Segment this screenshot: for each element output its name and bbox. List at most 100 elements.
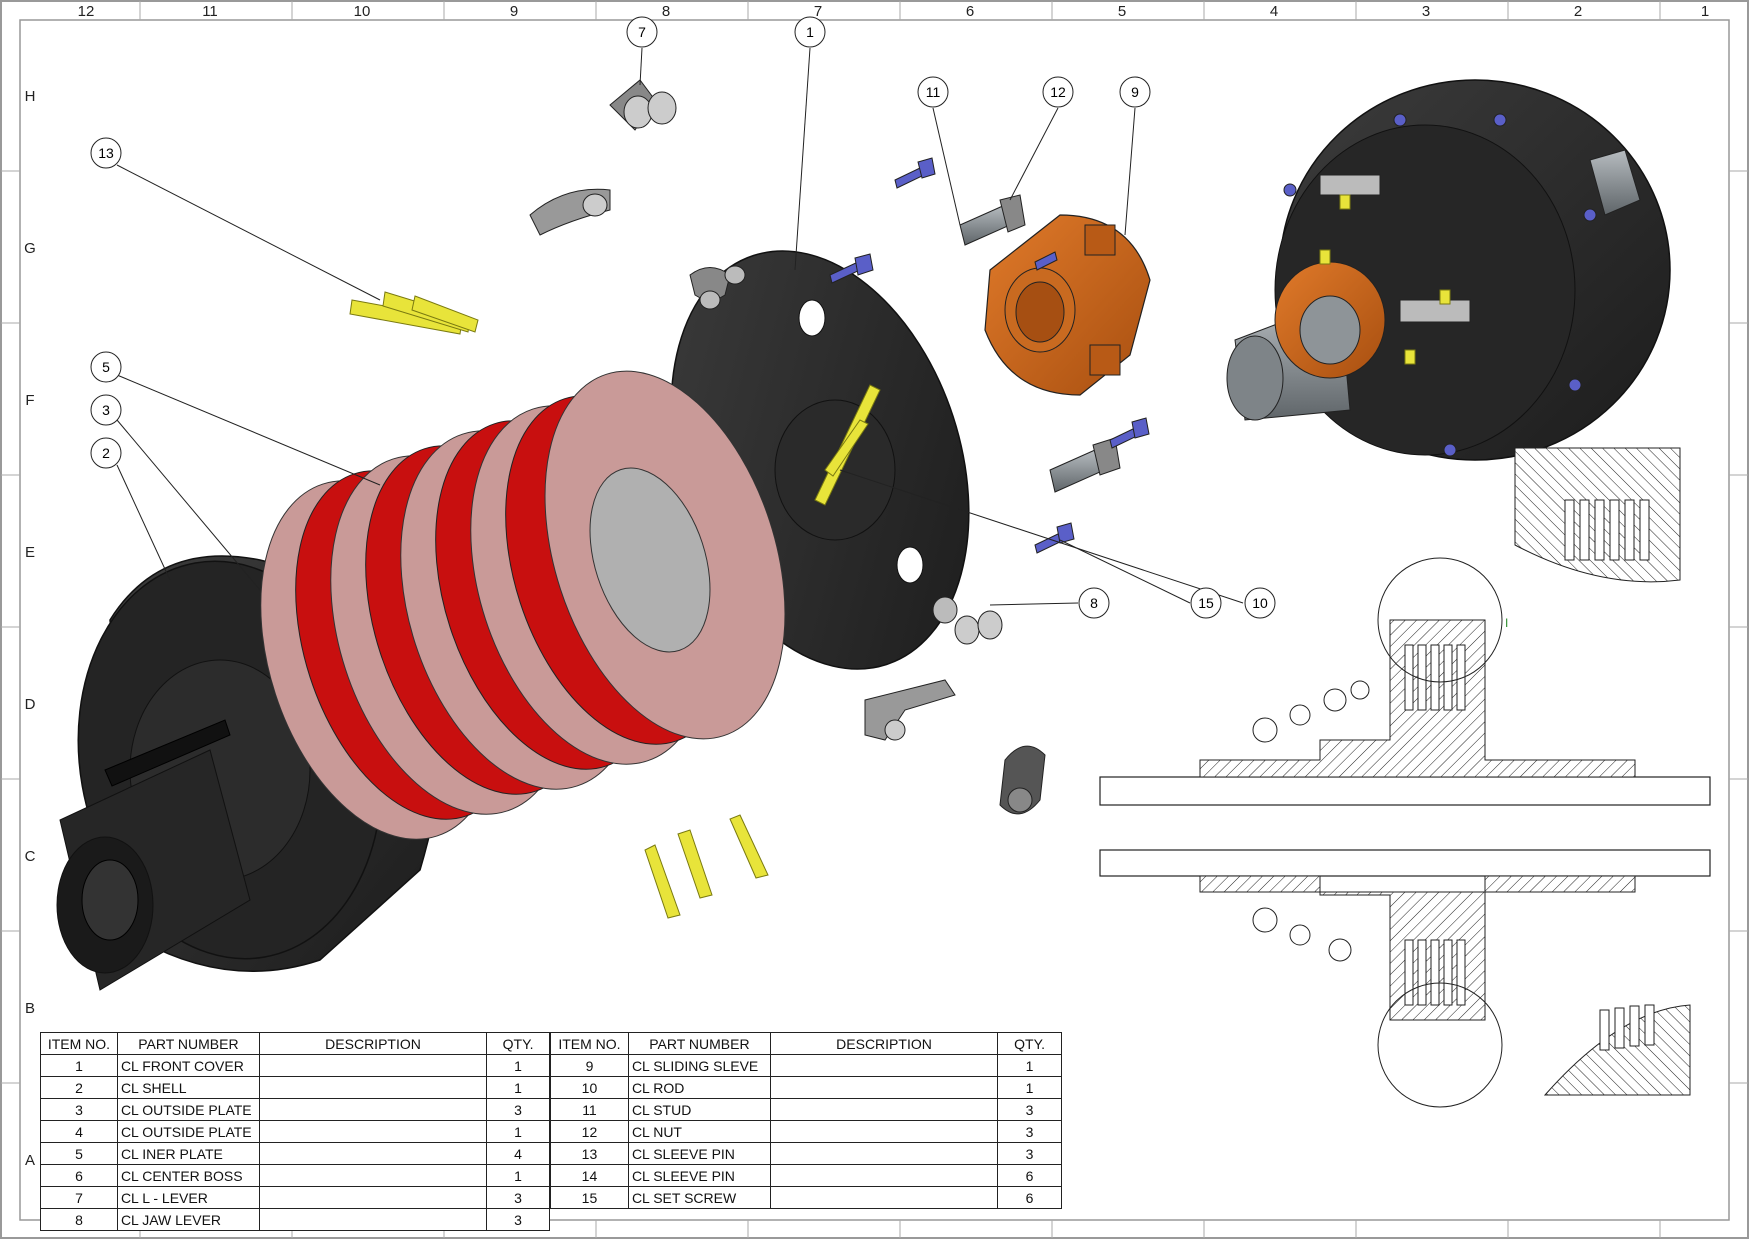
balloon-13: 13 [98,145,114,161]
bom-table-left: ITEM NO. PART NUMBER DESCRIPTION QTY. 1C… [40,1032,550,1231]
qty: 1 [486,1054,550,1077]
header-description: DESCRIPTION [769,1032,999,1055]
item-no: 8 [40,1208,118,1231]
description [258,1076,488,1099]
part-number: CL OUTSIDE PLATE [116,1098,260,1121]
bom-row: 10 CL ROD 1 [550,1076,1062,1099]
item-no: 2 [40,1076,118,1099]
balloon-7: 7 [638,24,646,40]
bom-row: 7 CL L - LEVER 3 [40,1186,550,1209]
qty: 1 [486,1164,550,1187]
description [258,1142,488,1165]
qty: 1 [486,1076,550,1099]
qty: 1 [997,1054,1062,1077]
column-label: 9 [510,3,518,20]
part-number: CL SLEEVE PIN [627,1164,771,1187]
bom-row: 14 CL SLEEVE PIN 6 [550,1164,1062,1187]
balloon-1: 1 [806,24,814,40]
balloon-3: 3 [102,402,110,418]
qty: 1 [997,1076,1062,1099]
item-no: 3 [40,1098,118,1121]
row-label: D [25,696,36,713]
part-number: CL SET SCREW [627,1186,771,1209]
item-no: 10 [550,1076,629,1099]
item-no: 13 [550,1142,629,1165]
qty: 3 [486,1208,550,1231]
description [769,1164,999,1187]
bom-row: 15 CL SET SCREW 6 [550,1186,1062,1209]
item-no: 9 [550,1054,629,1077]
bom-row: 6 CL CENTER BOSS 1 [40,1164,550,1187]
section-view: I [1099,447,1711,1108]
row-label: C [25,848,36,865]
description [258,1098,488,1121]
balloon-2: 2 [102,445,110,461]
qty: 3 [486,1098,550,1121]
row-label: B [25,1000,35,1017]
bom-row: 9 CL SLIDING SLEVE 1 [550,1054,1062,1077]
column-label: 4 [1270,3,1278,20]
header-item-no: ITEM NO. [40,1032,118,1055]
description [258,1054,488,1077]
sliding-sleeve-part [984,214,1151,396]
column-label: 6 [966,3,974,20]
bom-row: 8 CL JAW LEVER 3 [40,1208,550,1231]
part-number: CL INER PLATE [116,1142,260,1165]
exploded-view: I [56,79,1711,1108]
description [769,1054,999,1077]
part-number: CL CENTER BOSS [116,1164,260,1187]
column-label: 8 [662,3,670,20]
balloon-12: 12 [1050,84,1066,100]
column-label: 11 [202,3,218,20]
description [258,1164,488,1187]
part-number: CL JAW LEVER [116,1208,260,1231]
description [258,1186,488,1209]
row-label: H [25,88,36,105]
part-number: CL OUTSIDE PLATE [116,1120,260,1143]
part-number: CL SLEEVE PIN [627,1142,771,1165]
bom-row: 5 CL INER PLATE 4 [40,1142,550,1165]
header-part-number: PART NUMBER [116,1032,260,1055]
balloon-11: 11 [926,84,941,100]
column-label: 2 [1574,3,1582,20]
qty: 3 [997,1120,1062,1143]
row-label: E [25,544,35,561]
description [769,1186,999,1209]
balloon-9: 9 [1131,84,1139,100]
part-number: CL SHELL [116,1076,260,1099]
item-no: 7 [40,1186,118,1209]
header-qty: QTY. [997,1032,1062,1055]
description [258,1120,488,1143]
bom-row: 13 CL SLEEVE PIN 3 [550,1142,1062,1165]
bom-row: 12 CL NUT 3 [550,1120,1062,1143]
qty: 3 [486,1186,550,1209]
item-no: 4 [40,1120,118,1143]
part-number: CL STUD [627,1098,771,1121]
qty: 1 [486,1120,550,1143]
description [769,1076,999,1099]
qty: 4 [486,1142,550,1165]
bom-row: 1 CL FRONT COVER 1 [40,1054,550,1077]
assembled-view [1226,79,1671,461]
row-label: A [25,1152,35,1169]
bom-header-row: ITEM NO. PART NUMBER DESCRIPTION QTY. [550,1032,1062,1055]
balloon-10: 10 [1252,595,1268,611]
balloon-5: 5 [102,359,110,375]
item-no: 1 [40,1054,118,1077]
balloon-15: 15 [1198,595,1214,611]
detail-label: I [1505,616,1508,630]
column-label: 10 [354,3,371,20]
balloon-8: 8 [1090,595,1098,611]
description [769,1120,999,1143]
part-number: CL FRONT COVER [116,1054,260,1077]
part-number: CL ROD [627,1076,771,1099]
qty: 3 [997,1098,1062,1121]
description [769,1142,999,1165]
description [769,1098,999,1121]
part-number: CL SLIDING SLEVE [627,1054,771,1077]
item-no: 5 [40,1142,118,1165]
column-label: 1 [1701,3,1709,20]
column-label: 12 [78,3,95,20]
row-label: F [25,392,34,409]
header-part-number: PART NUMBER [627,1032,771,1055]
